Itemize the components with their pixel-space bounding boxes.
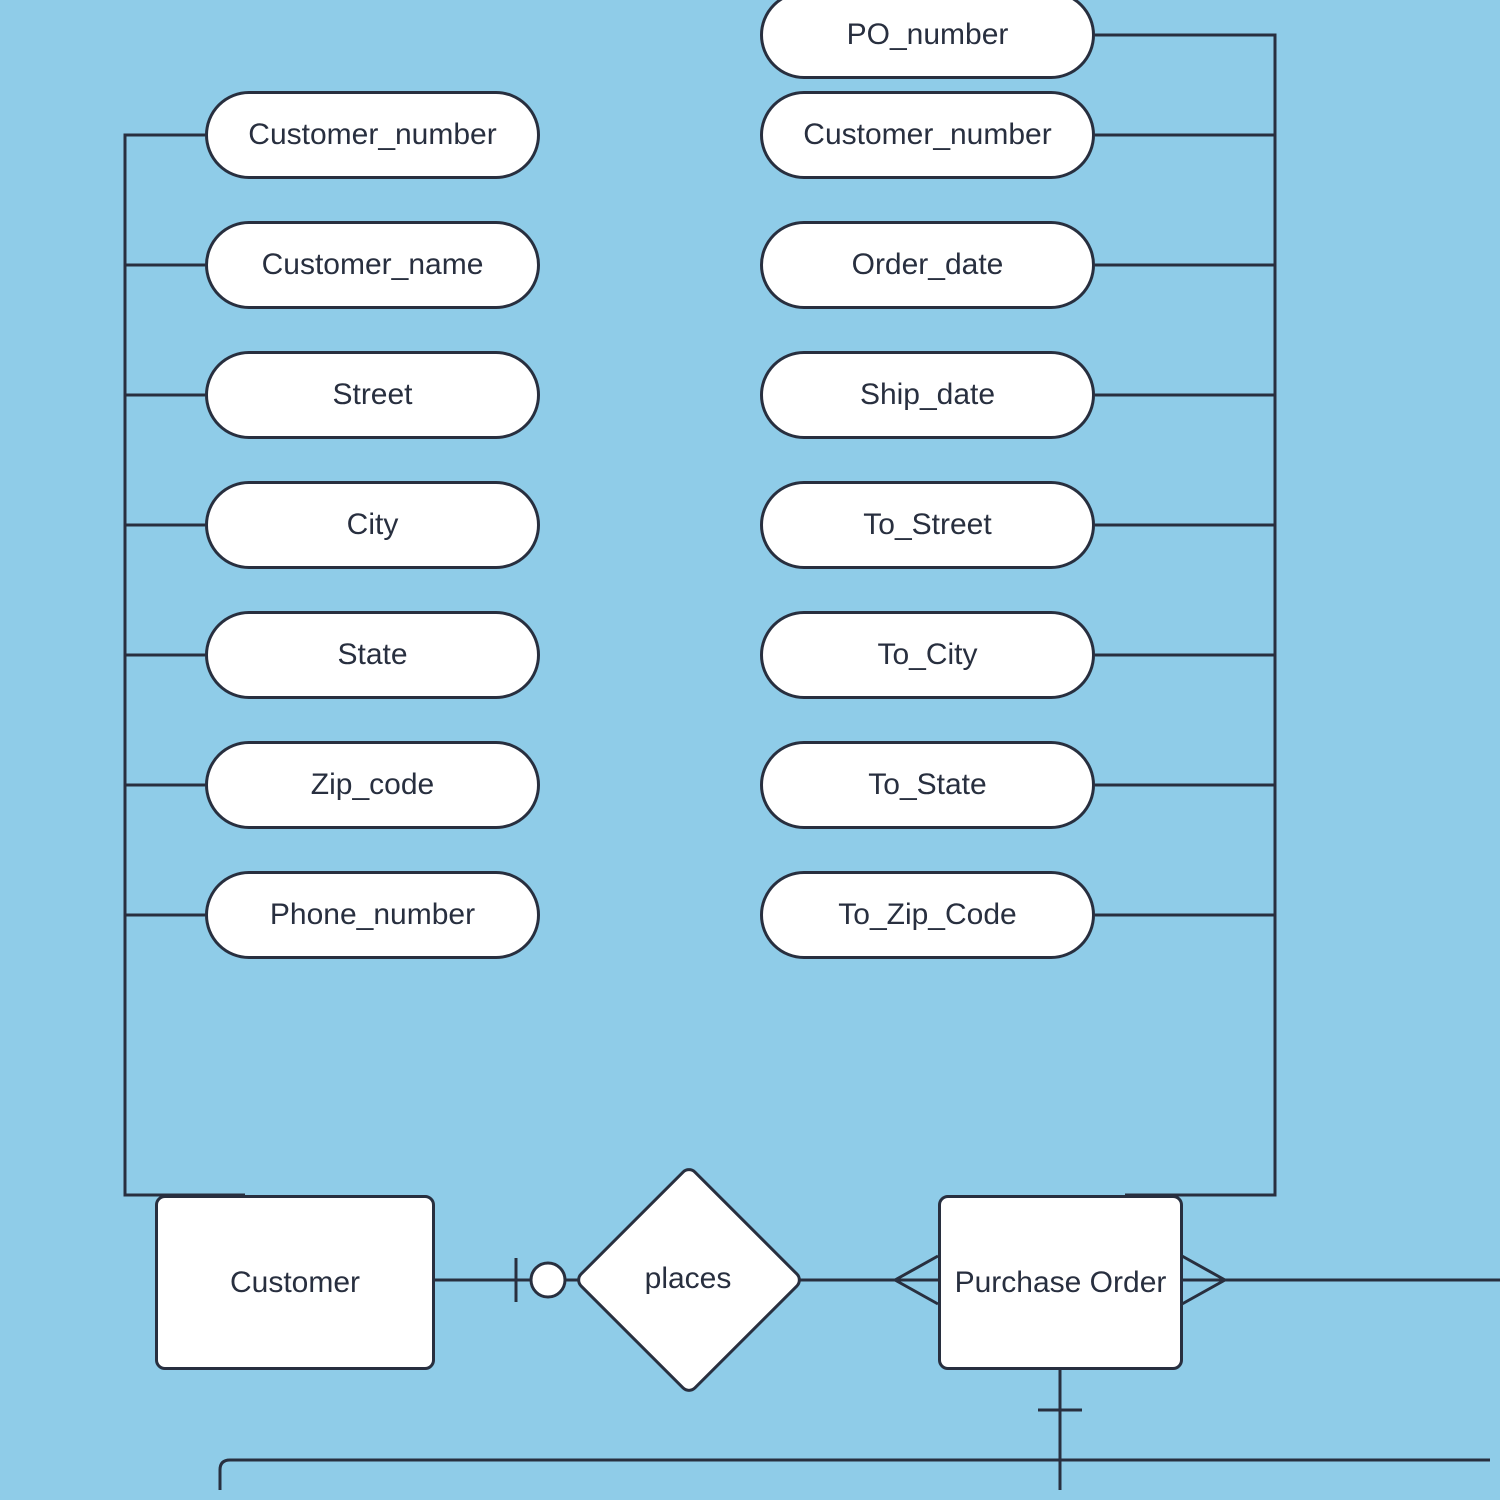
- entity-label: Customer: [230, 1266, 360, 1300]
- entity-label: Purchase Order: [955, 1266, 1167, 1300]
- attr-label: To_Zip_Code: [838, 898, 1016, 932]
- attr-label: To_City: [877, 638, 977, 672]
- attr-label: Customer_name: [262, 248, 484, 282]
- entity-purchase-order: Purchase Order: [938, 1195, 1183, 1370]
- relationship-places: places: [577, 1168, 799, 1390]
- attr-label: Phone_number: [270, 898, 475, 932]
- attr-label: Street: [332, 378, 412, 412]
- attr-label: Order_date: [852, 248, 1004, 282]
- attr-label: To_State: [868, 768, 986, 802]
- attr-customer-number: Customer_number: [205, 91, 540, 179]
- attr-label: Customer_number: [803, 118, 1051, 152]
- attr-label: To_Street: [863, 508, 991, 542]
- attr-to-street: To_Street: [760, 481, 1095, 569]
- relationship-label: places: [577, 1262, 799, 1296]
- attr-label: Ship_date: [860, 378, 995, 412]
- attr-label: PO_number: [847, 18, 1009, 52]
- entity-customer: Customer: [155, 1195, 435, 1370]
- attr-ship-date: Ship_date: [760, 351, 1095, 439]
- attr-order-date: Order_date: [760, 221, 1095, 309]
- attr-to-zip-code: To_Zip_Code: [760, 871, 1095, 959]
- attr-street: Street: [205, 351, 540, 439]
- attr-label: Customer_number: [248, 118, 496, 152]
- attr-phone-number: Phone_number: [205, 871, 540, 959]
- attr-state: State: [205, 611, 540, 699]
- attr-po-number: PO_number: [760, 0, 1095, 79]
- attr-to-state: To_State: [760, 741, 1095, 829]
- attr-label: State: [337, 638, 407, 672]
- attr-zip-code: Zip_code: [205, 741, 540, 829]
- attr-label: City: [347, 508, 399, 542]
- attr-label: Zip_code: [311, 768, 434, 802]
- attr-po-customer-number: Customer_number: [760, 91, 1095, 179]
- attr-city: City: [205, 481, 540, 569]
- attr-customer-name: Customer_name: [205, 221, 540, 309]
- attr-to-city: To_City: [760, 611, 1095, 699]
